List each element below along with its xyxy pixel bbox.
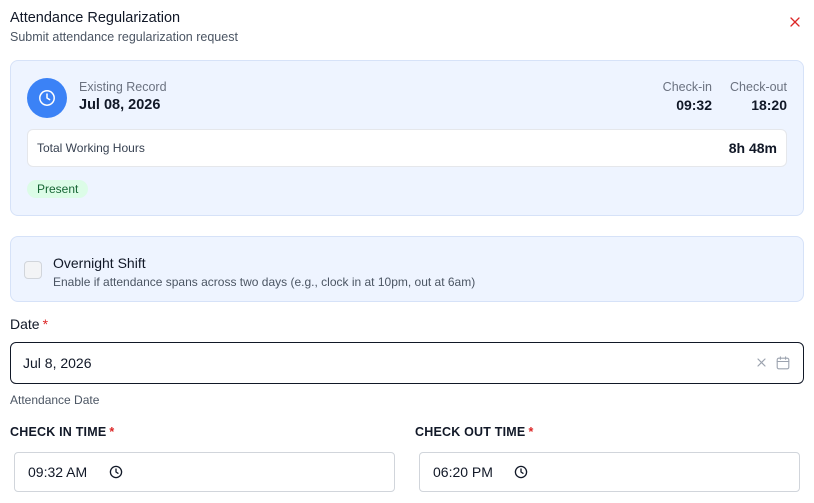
record-label: Existing Record xyxy=(79,80,167,94)
date-label-text: Date xyxy=(10,316,40,332)
date-value: Jul 8, 2026 xyxy=(23,355,92,371)
record-clock-badge xyxy=(27,78,67,118)
check-in-time-value: 09:32 AM xyxy=(28,464,88,480)
overnight-shift-card: Overnight Shift Enable if attendance spa… xyxy=(10,236,804,302)
check-in-time-label: CHECK IN TIME * xyxy=(10,425,114,439)
check-in-time-label-text: CHECK IN TIME xyxy=(10,425,107,439)
status-badge: Present xyxy=(27,180,89,198)
check-out-label: Check-out xyxy=(730,80,787,94)
clock-icon[interactable] xyxy=(514,465,528,479)
check-in-label: Check-in xyxy=(662,80,712,94)
dialog-header: Attendance Regularization Submit attenda… xyxy=(10,9,238,45)
check-out-time-input[interactable]: 06:20 PM xyxy=(419,452,800,492)
date-input[interactable]: Jul 8, 2026 xyxy=(10,342,804,384)
required-mark: * xyxy=(42,316,49,332)
clock-icon xyxy=(39,90,55,106)
total-hours-value: 8h 48m xyxy=(728,140,777,156)
date-label: Date * xyxy=(10,316,48,332)
overnight-shift-title: Overnight Shift xyxy=(53,255,146,271)
check-in-value: 09:32 xyxy=(676,97,712,113)
record-date: Jul 08, 2026 xyxy=(79,97,161,113)
check-out-time-label: CHECK OUT TIME * xyxy=(415,425,534,439)
dialog-subtitle: Submit attendance regularization request xyxy=(10,30,238,44)
clear-icon xyxy=(756,357,766,367)
dialog-title: Attendance Regularization xyxy=(10,10,181,26)
total-hours-box: Total Working Hours 8h 48m xyxy=(27,129,787,167)
clock-icon[interactable] xyxy=(109,465,123,479)
date-helper-text: Attendance Date xyxy=(10,393,100,407)
close-icon xyxy=(790,17,800,27)
overnight-shift-description: Enable if attendance spans across two da… xyxy=(53,275,476,289)
required-mark: * xyxy=(109,425,115,439)
check-out-value: 18:20 xyxy=(751,97,787,113)
check-out-time-value: 06:20 PM xyxy=(433,464,493,480)
calendar-icon[interactable] xyxy=(776,356,790,370)
close-button[interactable] xyxy=(788,15,802,29)
existing-record-card: Existing Record Jul 08, 2026 Check-in 09… xyxy=(10,60,804,216)
required-mark: * xyxy=(528,425,534,439)
overnight-shift-checkbox[interactable] xyxy=(24,261,42,279)
check-in-time-input[interactable]: 09:32 AM xyxy=(14,452,395,492)
total-hours-label: Total Working Hours xyxy=(37,141,145,155)
check-out-time-label-text: CHECK OUT TIME xyxy=(415,425,526,439)
date-clear-button[interactable] xyxy=(755,356,767,368)
